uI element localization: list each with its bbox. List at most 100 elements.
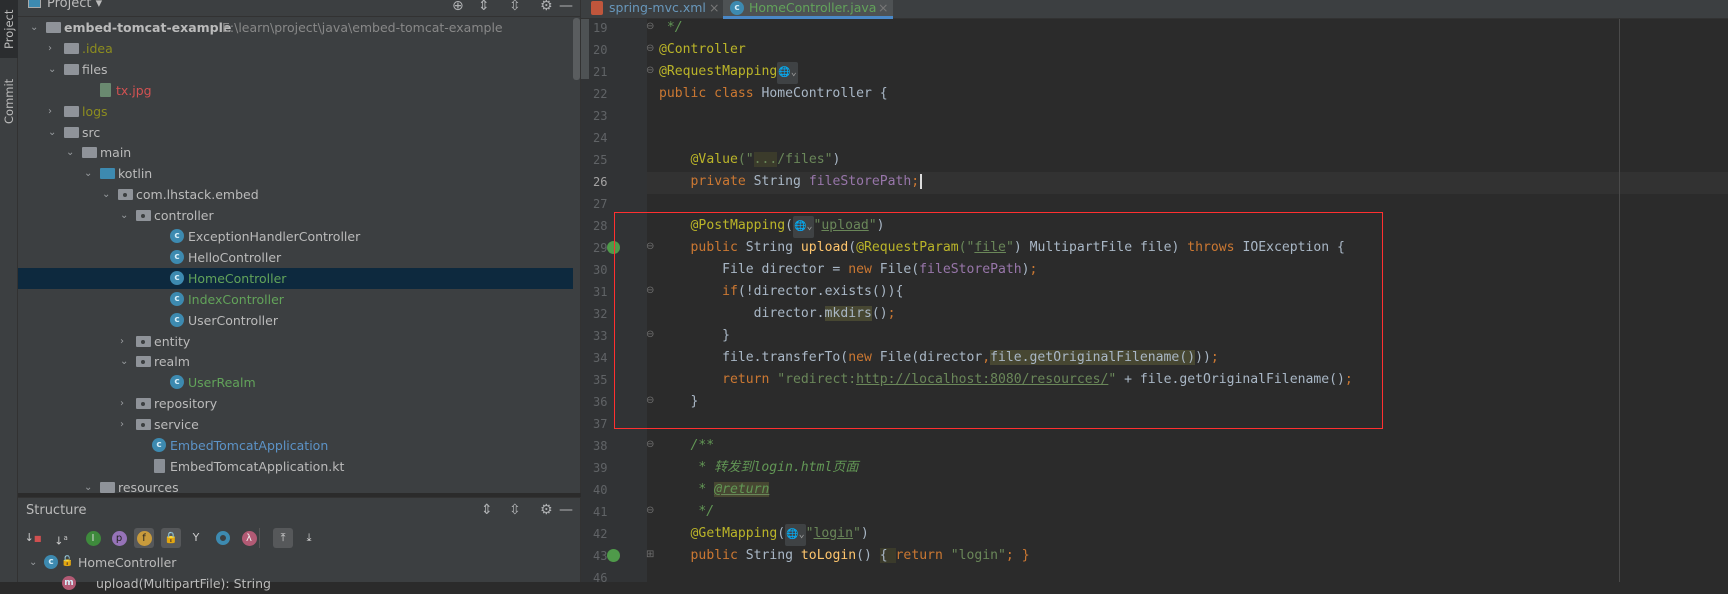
tree-item[interactable]: c UserController [18, 310, 573, 331]
code-token: /files" [777, 152, 833, 167]
line-number: 23 [593, 109, 608, 123]
chevron-down-icon[interactable]: ⌄ [30, 17, 38, 38]
tree-item[interactable]: ⌄ embed-tomcat-example E:\learn\project\ja… [18, 17, 573, 38]
line-number: 24 [593, 131, 608, 145]
show-properties-button[interactable]: p [109, 528, 129, 548]
tree-item-label: HelloController [188, 249, 282, 265]
show-lambdas-button[interactable]: λ [239, 528, 259, 548]
collapse-all-icon[interactable]: ⇳ [509, 502, 521, 518]
structure-item[interactable]: ⌄ c 🔓 HomeController [18, 552, 573, 573]
chevron-down-icon[interactable]: ⌄ [84, 477, 92, 498]
tree-item[interactable]: › .idea [18, 38, 573, 59]
structure-item[interactable]: m upload(MultipartFile): String [18, 573, 573, 594]
chevron-down-icon[interactable]: ⌄ [48, 59, 56, 80]
chevron-right-icon[interactable]: › [48, 38, 52, 59]
fold-marker-icon[interactable]: ⊖ [646, 439, 654, 450]
code-token: ... [753, 152, 778, 167]
locate-icon[interactable]: ⊕ [452, 0, 464, 14]
chevron-right-icon[interactable]: › [120, 331, 124, 352]
code-token: private [690, 174, 754, 189]
tree-item[interactable]: EmbedTomcatApplication.kt [18, 456, 573, 477]
tree-scrollbar[interactable] [573, 18, 580, 80]
code-token: () [856, 548, 880, 563]
tree-item[interactable]: › entity [18, 331, 573, 352]
show-non-public-button[interactable]: 🔒 [161, 528, 181, 548]
show-inherited-button[interactable]: I [83, 528, 103, 548]
tab-homecontroller-java[interactable]: c HomeController.java × [723, 0, 893, 19]
tree-item-label: tx.jpg [116, 82, 152, 98]
endpoint-globe-icon[interactable]: 🌐⌄ [777, 62, 798, 84]
show-anonymous-button[interactable] [213, 528, 233, 548]
fold-marker-icon[interactable]: ⊞ [646, 549, 654, 560]
tree-item-label: ExceptionHandlerController [188, 229, 361, 244]
close-icon[interactable]: × [709, 0, 719, 16]
code-token: String [745, 548, 801, 563]
tree-item[interactable]: c HomeController [18, 267, 573, 289]
chevron-right-icon[interactable]: › [48, 101, 52, 122]
tree-item[interactable]: ⌄ kotlin [18, 163, 573, 184]
tree-item-label: com.lhstack.embed [136, 187, 259, 203]
code-token: ) [860, 526, 869, 541]
expand-all-icon[interactable]: ⇕ [481, 502, 493, 518]
chevron-right-icon[interactable]: › [120, 393, 124, 414]
tree-item[interactable]: › service [18, 414, 573, 435]
autoscroll-to-source-button[interactable]: ⤒ [273, 528, 293, 548]
project-tool-tab[interactable]: Project [0, 0, 18, 58]
project-view-selector[interactable]: Project ▾ [47, 0, 102, 11]
fold-marker-icon[interactable]: ⊖ [646, 43, 654, 54]
chevron-down-icon[interactable]: ⌄ [48, 122, 56, 143]
endpoint-globe-icon[interactable]: 🌐⌄ [785, 524, 806, 546]
show-fields-button[interactable]: f [134, 528, 154, 548]
fold-marker-icon[interactable]: ⊖ [646, 21, 654, 32]
collapse-all-icon[interactable]: ⇳ [509, 0, 521, 14]
autoscroll-from-source-button[interactable]: ⤓ [299, 528, 319, 548]
line-number: 42 [593, 527, 608, 541]
tree-item[interactable]: tx.jpg [18, 80, 573, 101]
tree-item[interactable]: ⌄ src [18, 122, 573, 143]
gear-icon[interactable]: ⚙ [540, 502, 553, 518]
chevron-down-icon[interactable]: ⌄ [102, 184, 110, 205]
tree-item-label: realm [154, 354, 190, 370]
tree-item[interactable]: c UserRealm [18, 372, 573, 393]
fold-marker-icon[interactable]: ⊖ [646, 505, 654, 516]
tree-item[interactable]: ⌄ main [18, 142, 573, 163]
tree-item[interactable]: › repository [18, 393, 573, 414]
tree-item[interactable]: c EmbedTomcatApplication [18, 435, 573, 456]
fold-marker-icon[interactable]: ⊖ [646, 65, 654, 76]
hide-icon[interactable]: — [559, 0, 573, 14]
sort-alphabetically-button[interactable]: ↓a [51, 528, 71, 548]
code-line: private String fileStorePath; [659, 171, 923, 193]
tree-item[interactable]: ⌄ controller [18, 205, 573, 226]
web-endpoint-gutter-icon[interactable] [607, 549, 620, 562]
tree-item[interactable]: ⌄ resources [18, 477, 573, 498]
code-token: HomeController { [761, 86, 888, 101]
chevron-down-icon[interactable]: ⌄ [84, 163, 92, 184]
commit-tool-tab[interactable]: Commit [0, 70, 18, 132]
code-line: @Controller [659, 39, 746, 61]
tree-item[interactable]: › logs [18, 101, 573, 122]
tree-item[interactable]: ⌄ files [18, 59, 573, 80]
show-hierarchy-button[interactable]: Y [186, 528, 206, 548]
tree-item[interactable]: c IndexController [18, 289, 573, 310]
chevron-down-icon[interactable]: ⌄ [120, 205, 128, 226]
chevron-down-icon[interactable]: ⌄ [120, 351, 128, 372]
tree-item[interactable]: ⌄ com.lhstack.embed [18, 184, 573, 205]
resources-folder-icon [100, 481, 115, 493]
sort-by-visibility-button[interactable]: ↓■ [23, 528, 43, 548]
package-icon [136, 398, 151, 410]
code-token: fileStorePath [808, 174, 912, 189]
tree-item[interactable]: c ExceptionHandlerController [18, 226, 573, 247]
tree-item[interactable]: c HelloController [18, 247, 573, 268]
close-icon[interactable]: × [878, 0, 888, 16]
gear-icon[interactable]: ⚙ [540, 0, 553, 14]
class-icon: c [170, 270, 184, 285]
right-margin-guide [1619, 19, 1620, 582]
hide-icon[interactable]: — [559, 502, 573, 518]
expand-all-icon[interactable]: ⇕ [478, 0, 490, 14]
chevron-right-icon[interactable]: › [120, 414, 124, 435]
chevron-down-icon[interactable]: ⌄ [66, 142, 74, 163]
tree-item-label: EmbedTomcatApplication.kt [170, 458, 345, 474]
tree-item-label: main [100, 145, 132, 161]
tree-item[interactable]: ⌄ realm [18, 351, 573, 372]
